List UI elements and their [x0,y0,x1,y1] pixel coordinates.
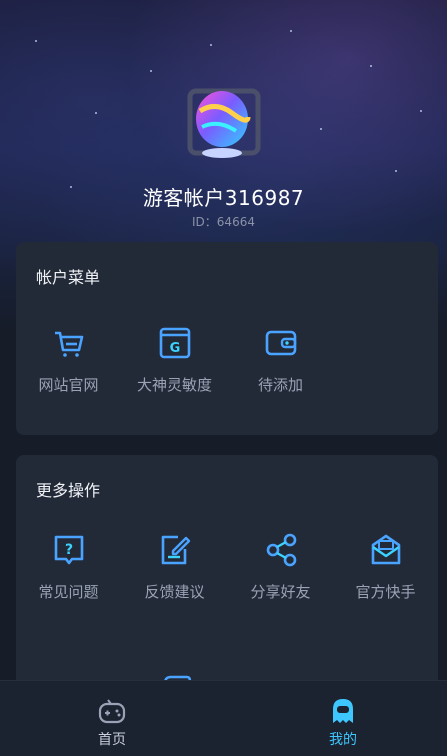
action-item-label: 反馈建议 [144,583,205,601]
tab-mine[interactable]: 我的 [283,681,403,749]
more-actions-card: 更多操作 ? 常见问题 反馈建议 分享好友 官方快手 [16,455,438,695]
action-item-feedback[interactable]: 反馈建议 [122,533,227,602]
menu-item-website[interactable]: 网站官网 [16,326,121,395]
action-item-official[interactable]: 官方快手 [333,533,438,602]
question-icon: ? [54,535,83,565]
account-name: 游客帐户316987 [142,186,305,210]
g-window-icon: G [159,327,190,359]
ghost-avatar-icon [333,699,353,723]
cart-icon [54,331,83,357]
account-menu-title: 帐户菜单 [36,268,101,287]
menu-item-label: 大神灵敏度 [136,376,212,394]
tab-home[interactable]: 首页 [52,681,172,749]
edit-note-icon [161,535,190,565]
menu-item-label: 待添加 [257,376,303,394]
menu-item-label: 网站官网 [38,376,99,394]
wallet-icon [265,330,296,356]
svg-text:?: ? [64,542,72,558]
action-item-label: 常见问题 [38,583,99,601]
mail-icon [371,534,400,565]
menu-item-pending[interactable]: 待添加 [228,326,333,395]
tab-home-label: 首页 [98,732,126,748]
more-actions-title: 更多操作 [36,481,101,500]
action-item-faq[interactable]: ? 常见问题 [16,533,121,602]
action-item-label: 官方快手 [355,583,416,601]
action-item-label: 分享好友 [250,583,311,601]
share-icon [266,533,296,567]
action-item-share[interactable]: 分享好友 [228,533,333,602]
menu-item-sensitivity[interactable]: G 大神灵敏度 [122,326,227,395]
bottom-nav: 首页 我的 [0,680,447,756]
avatar[interactable] [186,83,266,163]
svg-text:G: G [169,341,180,356]
tab-mine-label: 我的 [329,732,357,748]
gamepad-icon [98,699,126,724]
account-id: ID：64664 [192,215,255,229]
account-menu-card: 帐户菜单 网站官网 G 大神灵敏度 待添加 [16,242,438,435]
